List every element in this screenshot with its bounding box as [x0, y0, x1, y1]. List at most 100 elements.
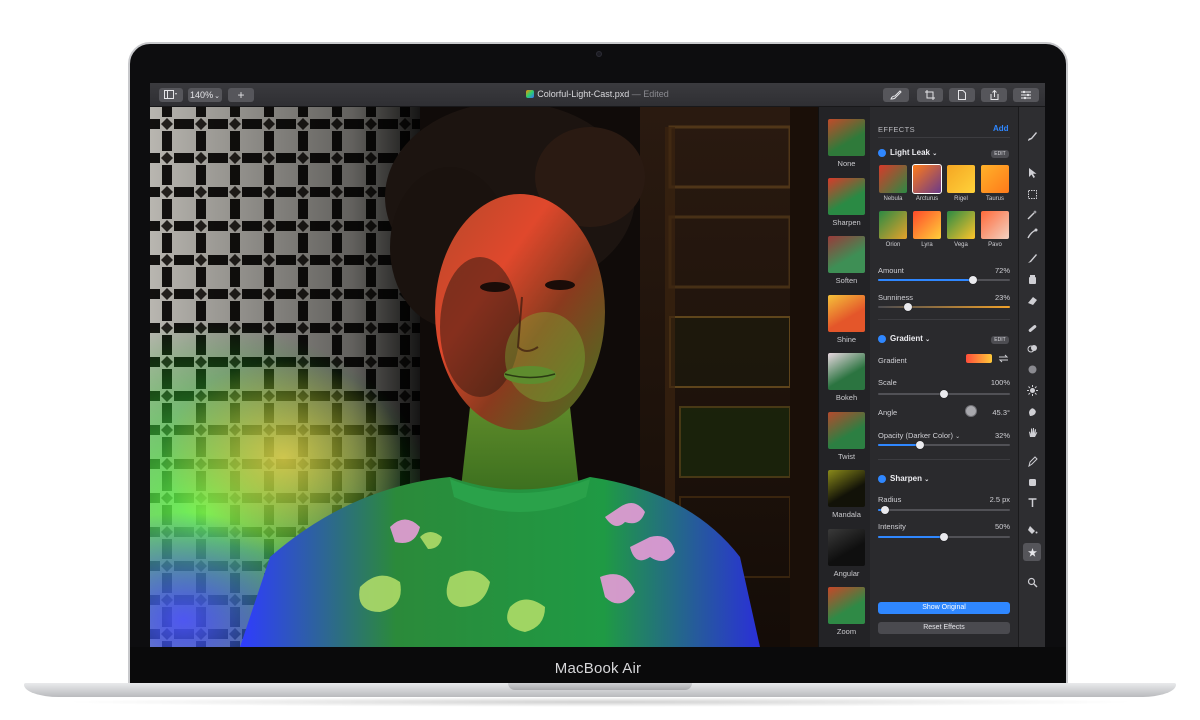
amount-slider-knob[interactable]	[969, 276, 978, 284]
tool-magic-wand[interactable]	[1023, 205, 1041, 223]
chevron-down-icon: ⌄	[925, 337, 931, 343]
preset-thumbnail	[981, 211, 1009, 239]
effect-thumbnail-image	[828, 294, 865, 332]
amount-label: Amount	[878, 266, 904, 275]
light-leak-edit-button[interactable]: EDIT	[991, 150, 1009, 158]
angle-label: Angle	[878, 408, 898, 417]
preset-orion[interactable]: Orion	[879, 211, 907, 248]
magic-wand-icon	[1027, 209, 1037, 219]
tool-fill[interactable]	[1023, 270, 1041, 288]
preset-thumbnail	[879, 211, 907, 239]
tool-text[interactable]	[1023, 493, 1041, 511]
preset-label: Vega	[954, 242, 968, 248]
effect-thumbnail-zoom[interactable]: Zoom	[828, 587, 865, 636]
document-thumbnail-icon	[526, 90, 535, 98]
tool-smudge[interactable]	[1023, 402, 1041, 420]
divider	[878, 137, 1010, 138]
opacity-slider-knob[interactable]	[916, 441, 925, 449]
tool-repair[interactable]	[1023, 319, 1041, 337]
gradient-title[interactable]: Gradient ⌄	[890, 334, 930, 343]
radius-slider-knob[interactable]	[880, 506, 889, 514]
light-leak-toggle[interactable]	[878, 149, 886, 157]
tool-hand[interactable]	[1023, 423, 1041, 441]
preset-rigel[interactable]: Rigel	[947, 165, 975, 202]
gradient-toggle[interactable]	[878, 335, 886, 343]
tool-light[interactable]	[1023, 381, 1041, 399]
tool-shape[interactable]	[1023, 473, 1041, 491]
effect-thumbnail-image	[828, 119, 865, 156]
preset-lyra[interactable]: Lyra	[913, 211, 941, 248]
gradient-title-text: Gradient	[890, 334, 923, 343]
effect-thumbnail-sharpen[interactable]: Sharpen	[828, 177, 865, 227]
tool-brush-tool[interactable]	[1023, 249, 1041, 267]
preset-thumbnail	[947, 165, 975, 193]
effect-thumbnail-none[interactable]: None	[828, 119, 865, 168]
show-original-button[interactable]: Show Original	[878, 602, 1010, 614]
divider	[878, 459, 1010, 460]
sunniness-slider-knob[interactable]	[904, 303, 913, 311]
document-title: Colorful-Light-Cast.pxd — Edited	[150, 89, 1045, 99]
scale-slider[interactable]	[878, 390, 1010, 398]
tools-palette	[1018, 107, 1045, 647]
repair-icon	[1028, 324, 1036, 332]
opacity-slider[interactable]	[878, 441, 1010, 449]
preset-pavo[interactable]: Pavo	[981, 211, 1009, 248]
scale-slider-knob[interactable]	[940, 390, 948, 398]
effect-thumbnail-twist[interactable]: Twist	[828, 411, 865, 461]
preset-arcturus[interactable]: Arcturus	[912, 164, 942, 202]
preset-taurus[interactable]: Taurus	[981, 165, 1009, 202]
gradient-label: Gradient	[878, 356, 907, 365]
sunniness-slider[interactable]	[878, 303, 1010, 311]
tool-clone[interactable]	[1023, 339, 1041, 357]
tool-options-button[interactable]	[1023, 127, 1041, 145]
preset-vega[interactable]: Vega	[947, 211, 975, 248]
intensity-slider-knob[interactable]	[940, 533, 948, 541]
gradient-edit-button[interactable]: EDIT	[991, 336, 1009, 344]
document-button[interactable]	[949, 88, 975, 102]
document-icon	[958, 90, 966, 100]
opacity-label[interactable]: Opacity (Darker Color) ⌄	[878, 431, 960, 440]
eraser-icon	[1027, 296, 1037, 305]
effect-thumbnail-soften[interactable]: Soften	[828, 236, 865, 285]
effect-thumbnail-angular[interactable]: Angular	[828, 528, 865, 578]
light-leak-title[interactable]: Light Leak ⌄	[890, 148, 937, 157]
add-effect-button[interactable]: Add	[993, 124, 1009, 133]
share-button[interactable]	[981, 88, 1007, 102]
tool-pen[interactable]	[1023, 452, 1041, 470]
tool-blur[interactable]	[1023, 360, 1041, 378]
effect-thumbnail-label: None	[837, 159, 856, 168]
format-brush-button[interactable]	[883, 88, 909, 102]
photo-canvas[interactable]	[150, 107, 818, 647]
chevron-down-icon: ⌄	[924, 477, 930, 483]
reset-effects-button[interactable]: Reset Effects	[878, 622, 1010, 634]
brush-settings-icon	[1027, 131, 1037, 141]
hand-icon	[1028, 427, 1037, 437]
sharpen-toggle[interactable]	[878, 475, 886, 483]
effect-thumbnail-mandala[interactable]: Mandala	[828, 470, 865, 519]
swap-icon[interactable]	[998, 354, 1009, 363]
crop-button[interactable]	[917, 88, 943, 102]
intensity-slider[interactable]	[878, 533, 1010, 541]
gradient-swatch[interactable]	[966, 354, 992, 363]
effect-thumbnail-label: Shine	[836, 334, 857, 344]
tool-effects-star[interactable]	[1023, 543, 1041, 561]
tool-rectangle-select[interactable]	[1023, 185, 1041, 203]
quick-select-icon	[1026, 228, 1037, 238]
tool-eraser[interactable]	[1023, 291, 1041, 309]
brush-tool-icon	[1027, 253, 1037, 263]
tool-quick-select[interactable]	[1023, 224, 1041, 242]
fill-icon	[1028, 274, 1036, 284]
effect-thumbnail-shine[interactable]: Shine	[828, 294, 865, 344]
adjust-button[interactable]	[1013, 88, 1039, 102]
preset-label: Pavo	[988, 242, 1002, 248]
preset-nebula[interactable]: Nebula	[879, 165, 907, 202]
amount-slider[interactable]	[878, 276, 1010, 284]
sharpen-title[interactable]: Sharpen ⌄	[890, 474, 929, 483]
effect-thumbnail-bokeh[interactable]: Bokeh	[828, 353, 865, 402]
effect-thumbnail-label: Angular	[833, 568, 860, 578]
tool-zoom[interactable]	[1023, 573, 1041, 591]
radius-slider[interactable]	[878, 506, 1010, 514]
opacity-slider-fill	[878, 444, 921, 446]
tool-color-fill[interactable]	[1023, 520, 1041, 538]
tool-select[interactable]	[1023, 163, 1041, 181]
